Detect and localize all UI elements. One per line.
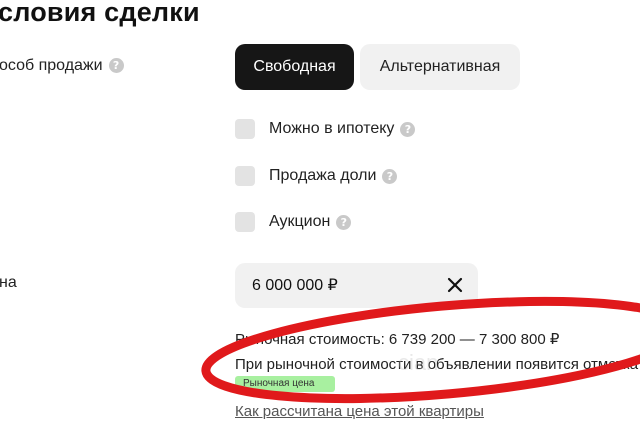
price-value[interactable]: 6 000 000 ₽ bbox=[252, 263, 338, 308]
price-label: на bbox=[0, 274, 17, 291]
checkbox-auction-label: Аукцион bbox=[269, 213, 331, 230]
sale-method-label-text: особ продажи bbox=[0, 57, 103, 74]
sale-method-label: особ продажи? bbox=[0, 57, 124, 75]
market-price-badge: Рыночная цена bbox=[235, 376, 335, 392]
help-icon[interactable]: ? bbox=[336, 214, 352, 230]
price-input[interactable]: 6 000 000 ₽ bbox=[235, 263, 478, 308]
checkbox-auction[interactable] bbox=[235, 212, 255, 232]
price-calculation-link[interactable]: Как рассчитана цена этой квартиры bbox=[235, 403, 484, 420]
checkbox-row-auction[interactable]: Аукцион ? bbox=[235, 212, 352, 232]
checkbox-share[interactable] bbox=[235, 166, 255, 186]
checkbox-share-label: Продажа доли bbox=[269, 167, 377, 184]
market-value-text: Рыночная стоимость: 6 739 200 — 7 300 80… bbox=[235, 331, 560, 348]
help-icon[interactable]: ? bbox=[382, 168, 398, 184]
sale-method-alternative-button[interactable]: Альтернативная bbox=[360, 44, 520, 90]
section-title: словия сделки bbox=[0, 0, 200, 27]
checkbox-mortgage-label: Можно в ипотеку bbox=[269, 120, 395, 137]
close-icon[interactable] bbox=[442, 272, 468, 298]
checkbox-mortgage[interactable] bbox=[235, 119, 255, 139]
checkbox-row-mortgage[interactable]: Можно в ипотеку ? bbox=[235, 119, 416, 139]
watermark: cian bbox=[398, 350, 439, 375]
checkbox-row-share[interactable]: Продажа доли ? bbox=[235, 166, 398, 186]
help-icon[interactable]: ? bbox=[400, 121, 416, 137]
sale-method-free-button[interactable]: Свободная bbox=[235, 44, 354, 90]
help-icon[interactable]: ? bbox=[108, 58, 124, 74]
